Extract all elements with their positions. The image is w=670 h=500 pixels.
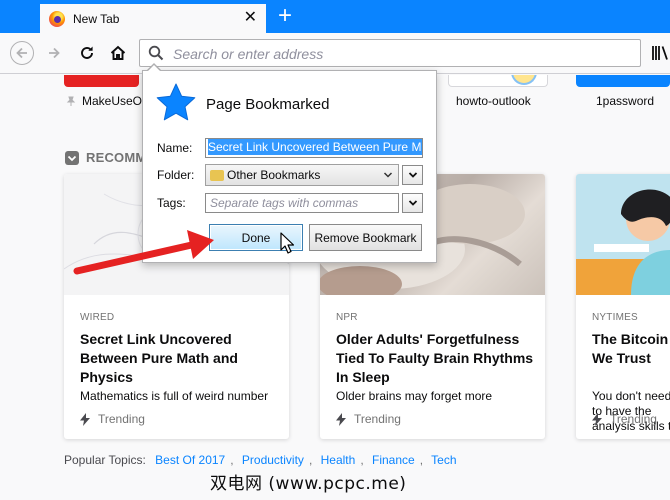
topic-link[interactable]: Health: [321, 453, 356, 467]
story-source: WIRED: [80, 312, 115, 323]
trending-label: Trending: [610, 412, 657, 426]
topsite-howto-outlook-thumbnail[interactable]: [448, 75, 548, 87]
story-headline: The Bitcoin Boom: In Code We Trust: [592, 331, 670, 366]
tags-label: Tags:: [157, 196, 186, 210]
story-image: [576, 174, 670, 295]
story-source: NPR: [336, 312, 358, 323]
topic-link[interactable]: Finance: [372, 453, 415, 467]
reload-icon: [81, 46, 93, 59]
back-button[interactable]: [10, 41, 34, 65]
star-icon: [156, 83, 196, 121]
bookmark-name-input[interactable]: Secret Link Uncovered Between Pure Ma: [205, 138, 423, 158]
navigation-bar: [0, 33, 670, 74]
panel-title: Page Bookmarked: [206, 96, 330, 113]
forward-button[interactable]: [42, 41, 66, 65]
trending-label: Trending: [98, 412, 145, 426]
arrow-left-icon: [16, 47, 27, 59]
new-tab-button[interactable]: +: [272, 3, 298, 29]
trending-badge: Trending: [336, 412, 401, 426]
arrow-right-icon: [49, 47, 60, 59]
home-button[interactable]: [106, 41, 130, 65]
address-bar[interactable]: [139, 39, 641, 67]
topsite-label[interactable]: MakeUseOf: [82, 94, 145, 108]
folder-select[interactable]: Other Bookmarks: [205, 164, 399, 186]
topsite-1password-thumbnail[interactable]: [576, 75, 670, 87]
close-tab-icon[interactable]: ✕: [244, 10, 257, 26]
home-icon: [110, 45, 126, 60]
chevron-down-icon: [408, 172, 417, 178]
tags-input[interactable]: [205, 193, 399, 213]
collapse-chevron-icon: [65, 150, 79, 165]
topic-link[interactable]: Best Of 2017: [155, 453, 225, 467]
topic-link[interactable]: Productivity: [242, 453, 304, 467]
story-headline: Older Adults' Forgetfulness Tied To Faul…: [336, 331, 534, 385]
firefox-icon: [49, 10, 65, 27]
library-button[interactable]: [652, 45, 670, 64]
topic-link[interactable]: Tech: [431, 453, 456, 467]
topsite-makeuseof-thumbnail[interactable]: [64, 75, 139, 87]
selected-name-text: Secret Link Uncovered Between Pure Ma: [208, 139, 422, 155]
folder-label: Folder:: [157, 168, 195, 182]
trending-badge: Trending: [80, 412, 145, 426]
chevron-down-icon: [67, 155, 77, 161]
folder-icon: [210, 169, 224, 181]
story-description: Older brains may forget more: [336, 389, 493, 403]
name-label: Name:: [157, 141, 193, 155]
story-description: Mathematics is full of weird number: [80, 389, 269, 403]
story-source: NYTIMES: [592, 312, 638, 323]
library-icon: [652, 46, 668, 60]
popular-topics-label: Popular Topics:: [64, 453, 146, 467]
folder-tree-expander[interactable]: [402, 165, 423, 185]
tab-new-tab[interactable]: New Tab ✕: [40, 2, 266, 33]
chevron-down-icon: [383, 172, 393, 178]
illustrated-person-image: [576, 189, 670, 295]
tab-strip: New Tab ✕ +: [0, 0, 670, 33]
topsite-label[interactable]: 1password: [596, 94, 654, 108]
remove-bookmark-button[interactable]: Remove Bookmark: [309, 224, 422, 251]
tags-expander[interactable]: [402, 193, 423, 213]
story-headline: Secret Link Uncovered Between Pure Math …: [80, 331, 238, 385]
trending-badge: Trending: [592, 412, 657, 426]
watermark: 双电网 (www.pcpc.me): [210, 474, 407, 494]
lightning-icon: [80, 412, 90, 426]
mouse-cursor-icon: [280, 232, 294, 254]
trending-label: Trending: [354, 412, 401, 426]
search-icon: [148, 45, 164, 61]
address-input[interactable]: [173, 45, 613, 62]
popular-topics: Popular Topics: Best Of 2017, Productivi…: [64, 453, 457, 467]
lightning-icon: [336, 412, 346, 426]
reload-button[interactable]: [75, 41, 99, 65]
story-card[interactable]: NYTIMES The Bitcoin Boom: In Code We Tru…: [576, 174, 670, 439]
tab-title: New Tab: [73, 11, 120, 26]
pin-icon: [66, 96, 76, 106]
panel-arrow-fill: [147, 65, 161, 72]
folder-select-value: Other Bookmarks: [227, 168, 321, 182]
topsite-label[interactable]: howto-outlook: [456, 94, 531, 108]
lightning-icon: [592, 412, 602, 426]
chevron-down-icon: [408, 200, 417, 206]
